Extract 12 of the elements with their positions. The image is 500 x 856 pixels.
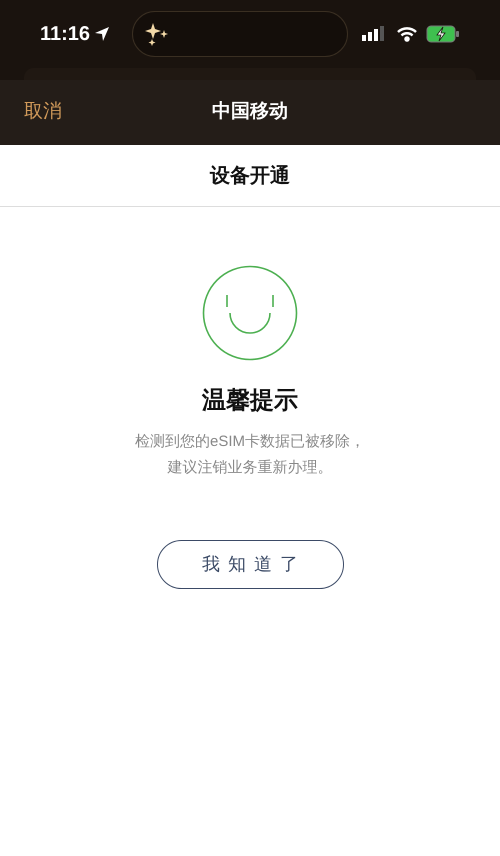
acknowledge-button[interactable]: 我知道了 — [156, 540, 344, 589]
page-title: 设备开通 — [210, 164, 290, 188]
wifi-icon — [396, 26, 418, 42]
nav-title: 中国移动 — [212, 100, 288, 124]
location-arrow-icon — [94, 26, 110, 42]
battery-charging-icon — [426, 25, 460, 43]
notice-message: 建议注销业务重新办理。 — [167, 458, 332, 478]
cancel-button[interactable]: 取消 — [24, 98, 62, 127]
clock: 11:16 — [40, 22, 90, 47]
notice-title: 温馨提示 — [202, 386, 298, 416]
smiley-icon — [202, 265, 298, 361]
notice-message: 检测到您的eSIM卡数据已被移除， — [134, 432, 365, 452]
